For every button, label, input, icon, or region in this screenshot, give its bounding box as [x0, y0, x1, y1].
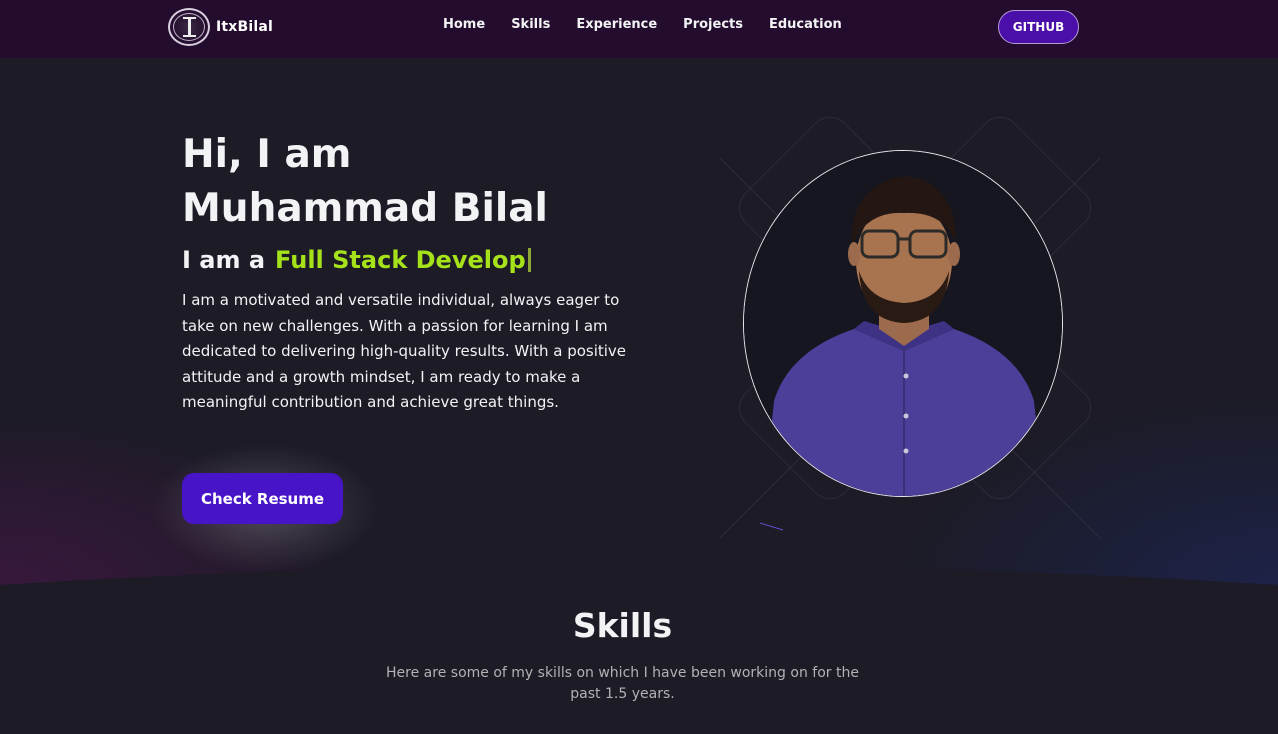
skills-title: Skills [572, 606, 673, 645]
nav-link-experience[interactable]: Experience [576, 17, 657, 32]
hero-description: I am a motivated and versatile individua… [182, 291, 627, 411]
skills-description: Here are some of my skills on which I ha… [386, 665, 859, 702]
nav-link-home[interactable]: Home [443, 17, 485, 32]
hero-name: Muhammad Bilal [182, 186, 548, 231]
hero-role-prefix: I am a [182, 246, 266, 274]
profile-photo-illustration [744, 151, 1062, 496]
brand-name: ItxBilal [216, 19, 274, 35]
navbar: ItxBilal Home Skills Experience Projects… [0, 0, 1278, 58]
profile-photo [743, 150, 1063, 497]
typing-cursor [527, 248, 531, 272]
check-resume-button[interactable]: Check Resume [182, 473, 343, 524]
brand-logo[interactable]: ItxBilal [168, 7, 273, 47]
hero-title: Hi, I am Muhammad Bilal [182, 128, 682, 236]
nav-link-skills[interactable]: Skills [511, 17, 550, 32]
hero-role-typed: Full Stack Develop [275, 246, 526, 274]
hero-section: Hi, I am Muhammad Bilal I am a Full Stac… [0, 58, 1278, 588]
logo-emblem-icon [168, 8, 210, 46]
nav-link-education[interactable]: Education [769, 17, 842, 32]
nav-links: Home Skills Experience Projects Educatio… [443, 17, 842, 32]
hero-role: I am a Full Stack Develop [182, 242, 531, 278]
hero-greeting: Hi, I am [182, 132, 352, 177]
section-divider-curve [0, 565, 1278, 590]
nav-link-projects[interactable]: Projects [683, 17, 743, 32]
github-button[interactable]: GITHUB [998, 10, 1079, 44]
